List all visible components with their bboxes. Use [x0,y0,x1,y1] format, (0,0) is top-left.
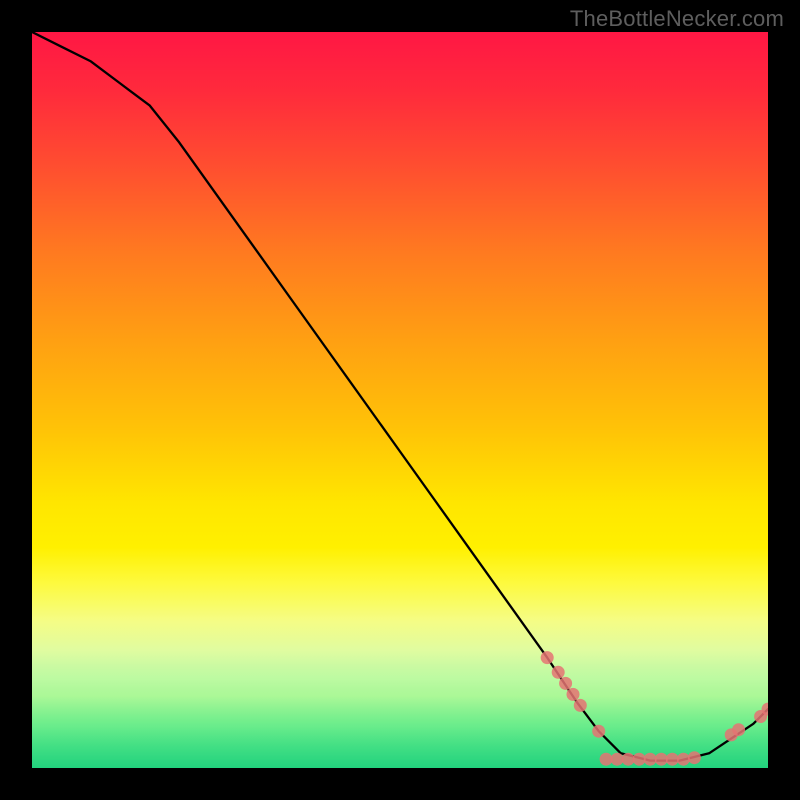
chart-svg [32,32,768,768]
data-marker [666,753,679,766]
chart-frame: TheBottleNecker.com [0,0,800,800]
bottleneck-curve [32,32,768,761]
data-marker [559,677,572,690]
plot-area [32,32,768,768]
data-marker [541,651,554,664]
data-marker [688,751,701,764]
data-marker [677,753,690,766]
data-marker [567,688,580,701]
watermark-text: TheBottleNecker.com [570,6,784,32]
data-marker [732,723,745,736]
data-marker [574,699,587,712]
data-marker [611,753,624,766]
data-marker [592,725,605,738]
data-marker [644,753,657,766]
marker-group [541,651,768,766]
data-marker [552,666,565,679]
